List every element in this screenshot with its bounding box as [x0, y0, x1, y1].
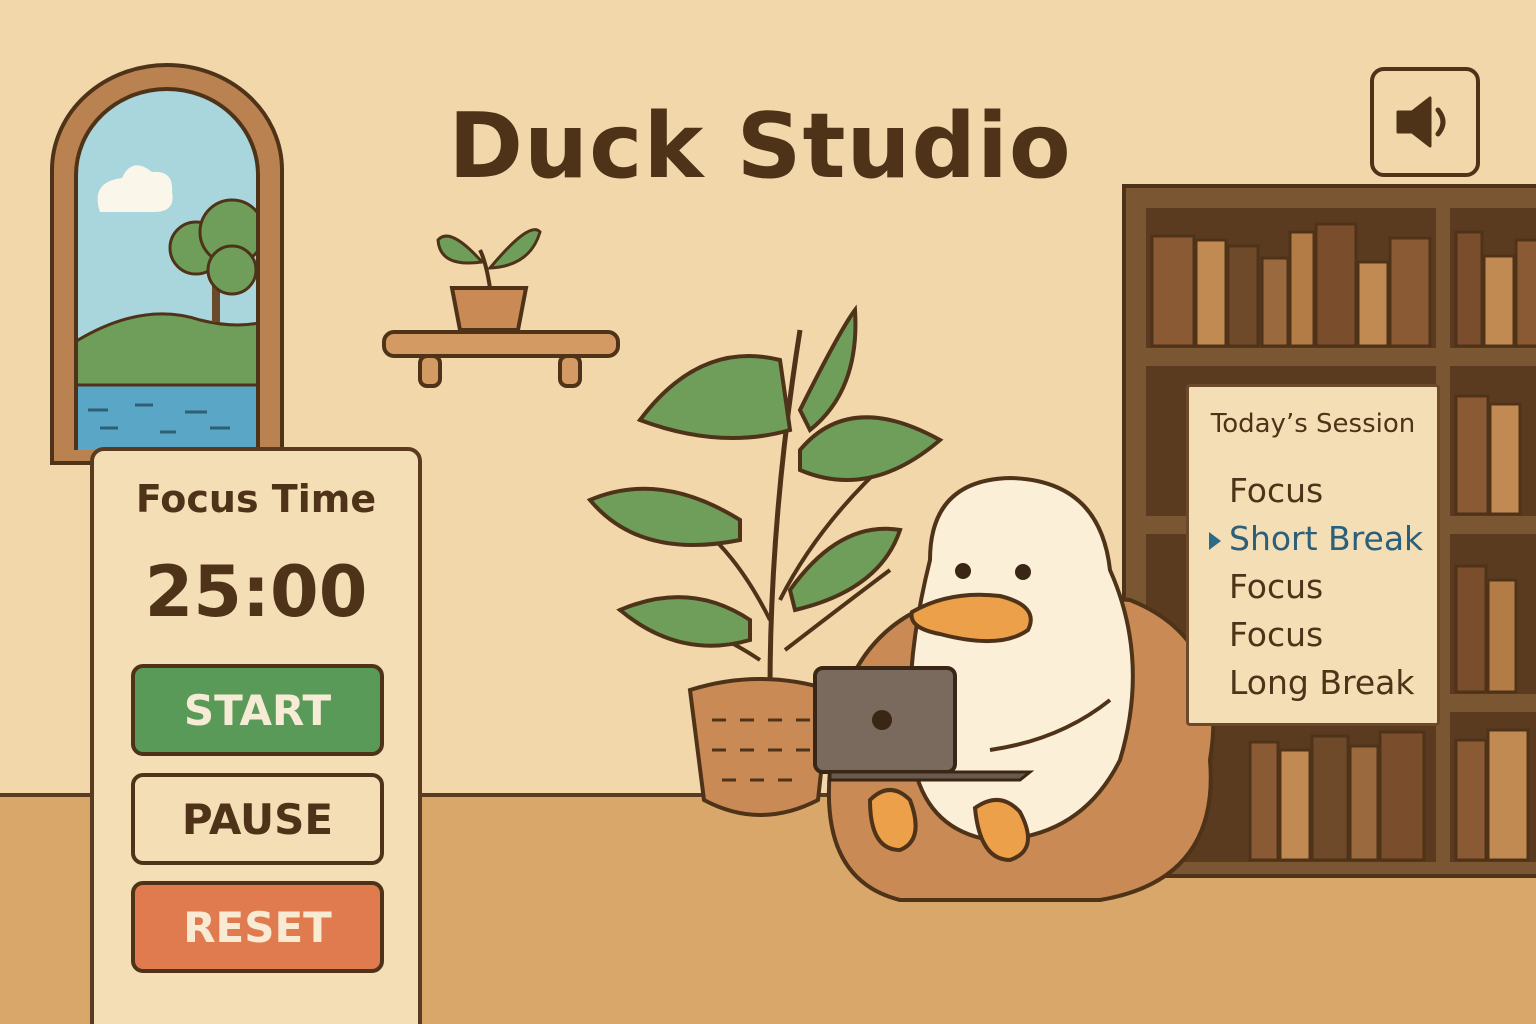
- session-item[interactable]: Focus: [1189, 467, 1437, 515]
- session-item-label: Long Break: [1229, 663, 1415, 702]
- session-item[interactable]: Focus: [1189, 611, 1437, 659]
- session-item[interactable]: Long Break: [1189, 659, 1437, 707]
- timer-panel: Focus Time 25:00 START PAUSE RESET: [90, 447, 422, 1024]
- timer-label: Focus Time: [135, 477, 377, 521]
- reset-button[interactable]: RESET: [131, 881, 384, 973]
- start-button[interactable]: START: [131, 664, 384, 756]
- session-title: Today’s Session: [1210, 409, 1416, 439]
- session-item[interactable]: Short Break: [1189, 515, 1437, 563]
- session-item-label: Focus: [1229, 567, 1324, 606]
- sound-toggle-button[interactable]: [1370, 67, 1480, 177]
- session-panel: Today’s Session Focus Short Break Focus …: [1186, 384, 1440, 726]
- duck-studio-app: Duck Studio Focus Time 25:00 START PAUSE…: [0, 0, 1536, 1024]
- caret-right-icon: [1209, 532, 1221, 550]
- window-illustration: [50, 63, 284, 465]
- timer-countdown: 25:00: [144, 551, 368, 633]
- session-item-label: Short Break: [1229, 519, 1424, 558]
- pause-button[interactable]: PAUSE: [131, 773, 384, 865]
- session-list: Focus Short Break Focus Focus Long Break: [1189, 467, 1437, 707]
- speaker-icon: [1396, 96, 1446, 148]
- session-item-label: Focus: [1229, 615, 1324, 654]
- session-item-label: Focus: [1229, 471, 1324, 510]
- app-title: Duck Studio: [448, 94, 1072, 199]
- session-item[interactable]: Focus: [1189, 563, 1437, 611]
